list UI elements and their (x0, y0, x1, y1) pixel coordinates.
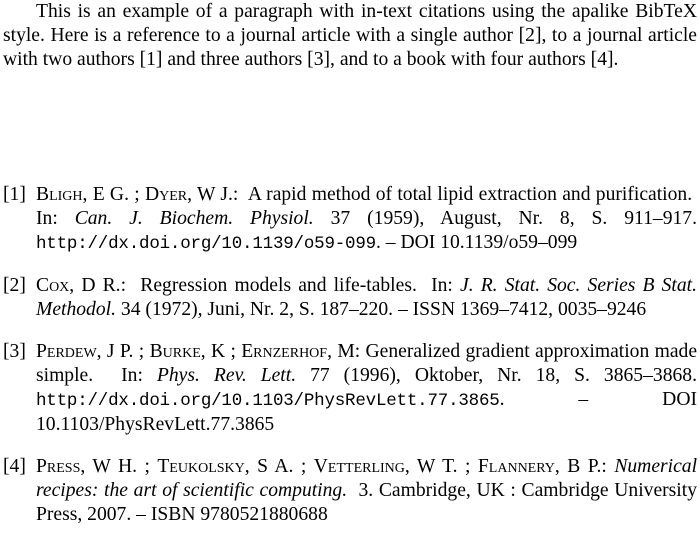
author-first: K (210, 341, 226, 362)
reference-details: 77 (1996), Oktober, Nr. 18, S. 3865–3868… (310, 365, 697, 386)
intro-paragraph: This is an example of a paragraph with i… (3, 1, 697, 70)
author-last: Vetterling (313, 456, 405, 477)
reference-label: [2] (3, 275, 26, 296)
author-last: Dyer (144, 184, 188, 205)
author-first: W H. (92, 456, 137, 477)
reference-item: [1] Bligh, E G. ; Dyer, W J.: A rapid me… (3, 183, 697, 256)
reference-label: [4] (3, 456, 26, 477)
reference-body: Bligh, E G. ; Dyer, W J.: A rapid method… (36, 184, 697, 254)
author-last: Perdew (36, 341, 97, 362)
reference-label: [3] (3, 341, 26, 362)
bibliography: [1] Bligh, E G. ; Dyer, W J.: A rapid me… (3, 183, 697, 545)
reference-body: Cox, D R.: Regression models and life-ta… (36, 275, 698, 320)
author-first: J P. (106, 341, 134, 362)
reference-item: [3] Perdew, J P. ; Burke, K ; Ernzerhof,… (3, 340, 697, 437)
reference-details: 37 (1959), August, Nr. 8, S. 911–917. (330, 208, 697, 229)
author-last: Press (36, 456, 81, 477)
author-first: S A. (257, 456, 294, 477)
author-first: W T. (416, 456, 458, 477)
reference-body: Perdew, J P. ; Burke, K ; Ernzerhof, M: … (36, 341, 698, 435)
author-first: M (337, 341, 355, 362)
author-first: D R. (81, 275, 121, 296)
reference-title: A rapid method of total lipid extraction… (247, 184, 693, 205)
author-last: Teukolsky (157, 456, 245, 477)
reference-url-link[interactable]: http://dx.doi.org/10.1139/o59-099 (36, 234, 376, 254)
author-last: Ernzerhof (241, 341, 328, 362)
reference-body: Press, W H. ; Teukolsky, S A. ; Vetterli… (36, 456, 698, 525)
journal-name: Can. J. Biochem. Physiol. (74, 208, 314, 229)
author-first: W J. (196, 184, 233, 205)
author-first: B P. (567, 456, 602, 477)
reference-label: [1] (3, 184, 26, 205)
reference-item: [4] Press, W H. ; Teukolsky, S A. ; Vett… (3, 455, 697, 527)
author-last: Burke (149, 341, 201, 362)
reference-url-link[interactable]: http://dx.doi.org/10.1103/PhysRevLett.77… (36, 391, 500, 411)
author-last: Flannery (477, 456, 555, 477)
reference-item: [2] Cox, D R.: Regression models and lif… (3, 274, 697, 322)
reference-title: Regression models and life-tables. (140, 275, 417, 296)
journal-name: Phys. Rev. Lett. (156, 365, 297, 386)
reference-details: 34 (1972), Juni, Nr. 2, S. 187–220. – IS… (120, 299, 647, 320)
author-last: Cox (36, 275, 70, 296)
author-last: Bligh (36, 184, 83, 205)
reference-doi: . – DOI 10.1139/o59–099 (375, 232, 578, 253)
author-first: E G. (92, 184, 129, 205)
